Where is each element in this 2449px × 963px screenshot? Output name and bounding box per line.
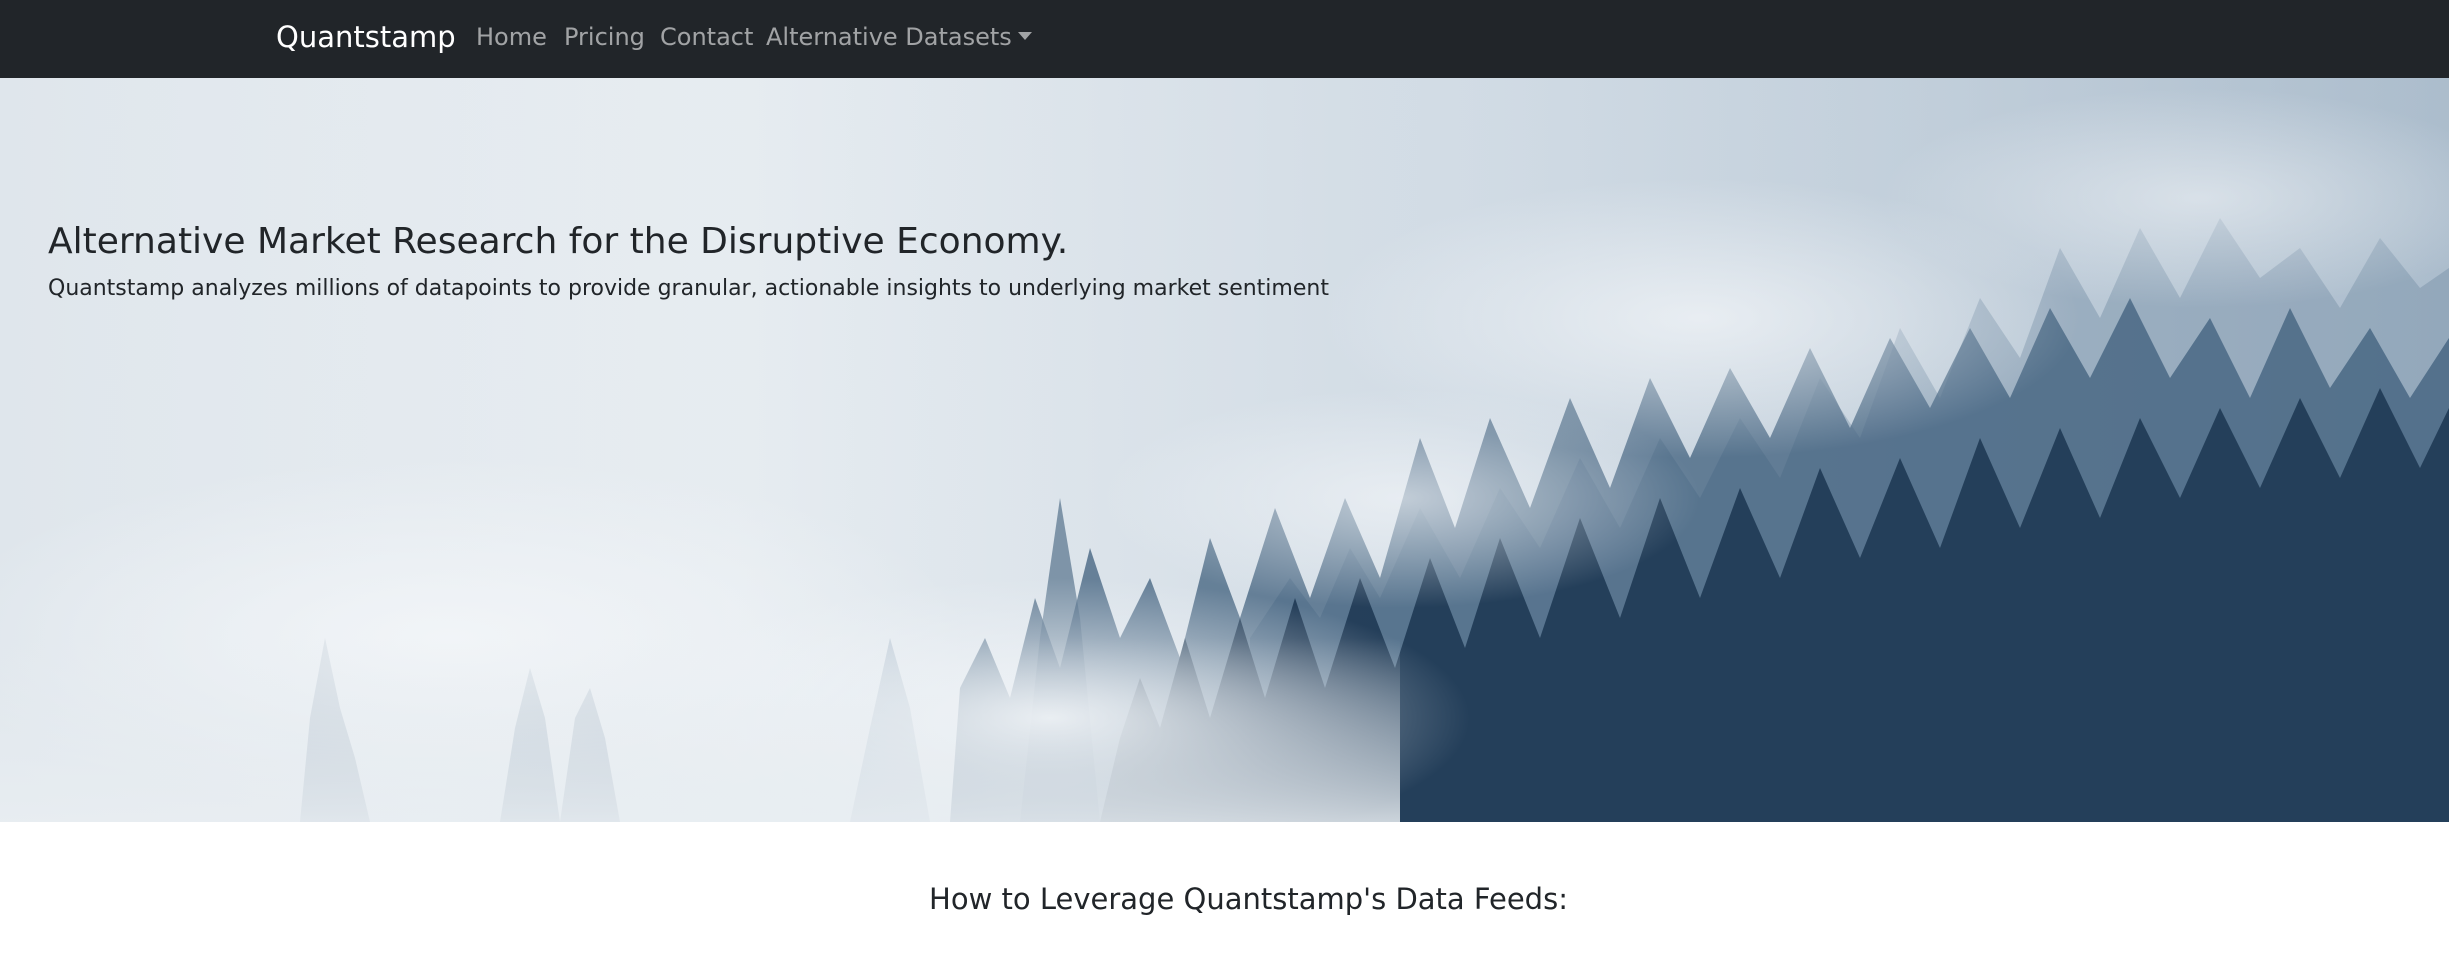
nav-link-contact[interactable]: Contact <box>660 21 753 53</box>
nav-dropdown-label: Alternative Datasets <box>766 23 1012 51</box>
hero-subtitle: Quantstamp analyzes millions of datapoin… <box>48 276 1329 301</box>
brand-logo-link[interactable]: Quantstamp <box>276 18 456 56</box>
nav-link-home[interactable]: Home <box>476 21 547 53</box>
nav-dropdown-alternative-datasets[interactable]: Alternative Datasets <box>766 21 1032 53</box>
foggy-forest-image <box>0 78 2449 822</box>
caret-down-icon <box>1017 32 1032 40</box>
top-navbar: Quantstamp Home Pricing Contact Alternat… <box>0 0 2449 78</box>
hero-title: Alternative Market Research for the Disr… <box>48 221 1069 262</box>
section-title: How to Leverage Quantstamp's Data Feeds: <box>929 882 1568 916</box>
nav-link-pricing[interactable]: Pricing <box>564 21 645 53</box>
hero-banner: Alternative Market Research for the Disr… <box>0 78 2449 822</box>
